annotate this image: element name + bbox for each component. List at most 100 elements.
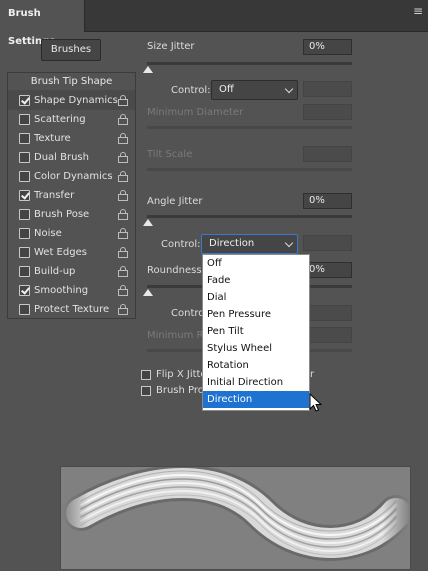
smoothing-checkbox[interactable] — [19, 285, 30, 296]
texture-checkbox[interactable] — [19, 133, 30, 144]
size-jitter-slider-track[interactable] — [147, 62, 352, 65]
panel-tab-bar: Brush Settings ≡ — [0, 0, 428, 47]
dropdown-option-fade[interactable]: Fade — [203, 272, 309, 289]
tilt-scale-track — [147, 168, 352, 171]
angle-control-field — [303, 235, 352, 251]
minimum-diameter-label: Minimum Diameter — [147, 107, 244, 118]
panel-menu-icon[interactable]: ≡ — [413, 4, 423, 18]
control-dropdown-menu: Off Fade Dial Pen Pressure Pen Tilt Styl… — [202, 254, 310, 411]
list-item-texture[interactable]: Texture — [8, 129, 135, 148]
dropdown-option-direction[interactable]: Direction — [203, 391, 309, 408]
dual-brush-checkbox[interactable] — [19, 152, 30, 163]
list-item-wet-edges[interactable]: Wet Edges — [8, 243, 135, 262]
list-item-label: Scattering — [34, 114, 86, 125]
color-dynamics-checkbox[interactable] — [19, 171, 30, 182]
lock-icon[interactable] — [118, 152, 128, 163]
roundness-control-field — [303, 305, 352, 321]
size-jitter-label: Size Jitter — [147, 41, 195, 52]
lock-icon[interactable] — [118, 209, 128, 220]
minimum-roundness-field — [303, 327, 352, 343]
size-jitter-slider-thumb[interactable] — [143, 66, 153, 73]
list-item-noise[interactable]: Noise — [8, 224, 135, 243]
angle-jitter-label: Angle Jitter — [147, 196, 203, 207]
brushes-button[interactable]: Brushes — [41, 39, 101, 61]
lock-icon[interactable] — [118, 133, 128, 144]
list-item-shape-dynamics[interactable]: Shape Dynamics — [8, 91, 135, 110]
dropdown-option-rotation[interactable]: Rotation — [203, 357, 309, 374]
list-item-label: Wet Edges — [34, 247, 87, 258]
brush-pose-checkbox[interactable] — [19, 209, 30, 220]
lock-icon[interactable] — [118, 266, 128, 277]
list-item-label: Build-up — [34, 266, 76, 277]
lock-icon[interactable] — [118, 171, 128, 182]
chevron-down-icon — [284, 84, 294, 94]
size-control-field — [303, 81, 352, 97]
flip-x-jitter-checkbox[interactable] — [141, 370, 151, 380]
dropdown-option-dial[interactable]: Dial — [203, 289, 309, 306]
noise-checkbox[interactable] — [19, 228, 30, 239]
minimum-diameter-field — [303, 104, 352, 120]
lock-icon[interactable] — [118, 95, 128, 106]
list-item-label: Color Dynamics — [34, 171, 113, 182]
transfer-checkbox[interactable] — [19, 190, 30, 201]
size-control-value: Off — [219, 84, 234, 95]
list-item-brush-tip-shape[interactable]: Brush Tip Shape — [8, 73, 135, 91]
flip-x-jitter-label: Flip X Jitte — [156, 369, 207, 380]
list-item-label: Shape Dynamics — [34, 95, 118, 106]
dropdown-option-stylus-wheel[interactable]: Stylus Wheel — [203, 340, 309, 357]
dropdown-option-pen-pressure[interactable]: Pen Pressure — [203, 306, 309, 323]
list-item-transfer[interactable]: Transfer — [8, 186, 135, 205]
list-item-label: Smoothing — [34, 285, 89, 296]
angle-control-select[interactable]: Direction — [201, 234, 298, 254]
angle-jitter-slider-track[interactable] — [147, 215, 352, 218]
roundness-jitter-field[interactable]: 0% — [303, 262, 352, 278]
list-item-color-dynamics[interactable]: Color Dynamics — [8, 167, 135, 186]
list-item-label: Dual Brush — [34, 152, 89, 163]
lock-icon[interactable] — [118, 247, 128, 258]
list-item-protect-texture[interactable]: Protect Texture — [8, 300, 135, 319]
list-item-brush-pose[interactable]: Brush Pose — [8, 205, 135, 224]
shape-dynamics-checkbox[interactable] — [19, 95, 30, 106]
brush-stroke-preview — [60, 465, 414, 570]
tab-brush-settings[interactable]: Brush Settings — [0, 0, 85, 47]
flip-y-jitter-label-fragment: r — [310, 369, 315, 380]
angle-jitter-slider-thumb[interactable] — [143, 219, 153, 226]
roundness-jitter-slider-thumb[interactable] — [143, 289, 153, 296]
roundness-control-label: Contro — [171, 308, 205, 319]
brush-stroke-preview-image — [63, 465, 414, 561]
list-item-scattering[interactable]: Scattering — [8, 110, 135, 129]
dropdown-option-pen-tilt[interactable]: Pen Tilt — [203, 323, 309, 340]
list-item-label: Transfer — [34, 190, 75, 201]
list-item-dual-brush[interactable]: Dual Brush — [8, 148, 135, 167]
lock-icon[interactable] — [118, 114, 128, 125]
build-up-checkbox[interactable] — [19, 266, 30, 277]
brush-projection-checkbox[interactable] — [141, 386, 151, 396]
dropdown-option-off[interactable]: Off — [203, 255, 309, 272]
lock-icon[interactable] — [118, 285, 128, 296]
wet-edges-checkbox[interactable] — [19, 247, 30, 258]
lock-icon[interactable] — [118, 228, 128, 239]
list-item-smoothing[interactable]: Smoothing — [8, 281, 135, 300]
list-item-label: Protect Texture — [34, 304, 110, 315]
tilt-scale-field — [303, 146, 352, 162]
list-item-label: Brush Pose — [34, 209, 90, 220]
mouse-cursor-icon — [309, 393, 323, 412]
size-control-select[interactable]: Off — [211, 80, 298, 100]
chevron-down-icon — [284, 238, 294, 248]
list-item-label: Texture — [34, 133, 71, 144]
angle-jitter-field[interactable]: 0% — [303, 193, 352, 209]
lock-icon[interactable] — [118, 304, 128, 315]
dropdown-option-initial-direction[interactable]: Initial Direction — [203, 374, 309, 391]
roundness-jitter-label: Roundness J — [147, 265, 208, 276]
list-item-label: Noise — [34, 228, 62, 239]
lock-icon[interactable] — [118, 190, 128, 201]
angle-control-value: Direction — [209, 238, 255, 249]
tilt-scale-label: Tilt Scale — [147, 149, 193, 160]
brush-projection-label: Brush Pro — [156, 385, 204, 396]
protect-texture-checkbox[interactable] — [19, 304, 30, 315]
size-control-label: Control: — [171, 85, 211, 96]
scattering-checkbox[interactable] — [19, 114, 30, 125]
brush-settings-list: Brush Tip Shape Shape Dynamics Scatterin… — [7, 72, 136, 319]
size-jitter-field[interactable]: 0% — [303, 39, 352, 55]
list-item-build-up[interactable]: Build-up — [8, 262, 135, 281]
